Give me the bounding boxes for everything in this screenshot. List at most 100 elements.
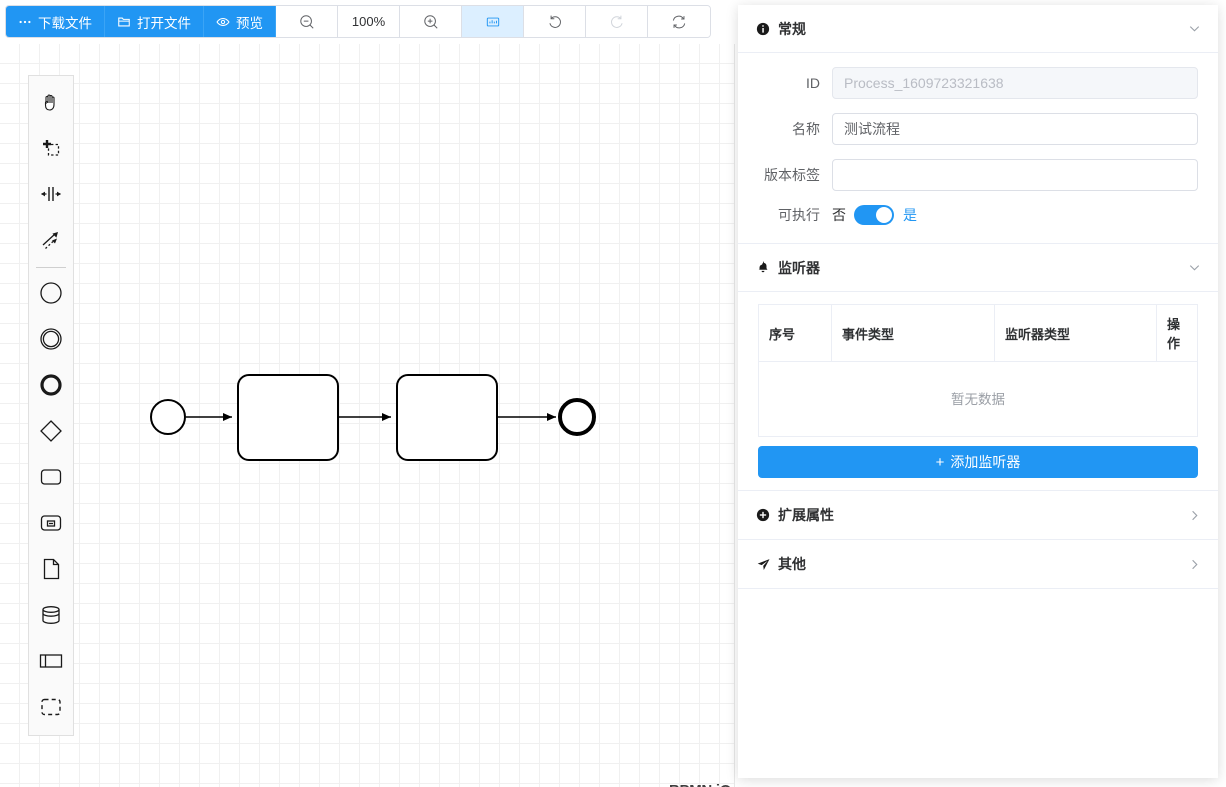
version-tag-input[interactable] [832, 159, 1198, 191]
palette-global-connect-tool[interactable] [29, 218, 73, 264]
section-listeners-title: 监听器 [778, 259, 820, 276]
redo-button[interactable] [586, 6, 648, 37]
eye-icon [216, 15, 230, 29]
subprocess-icon [38, 510, 64, 539]
rounded-rect-icon [38, 464, 64, 493]
dashed-rect-icon [38, 694, 64, 723]
palette-end-event[interactable] [29, 363, 73, 409]
palette-intermediate-event[interactable] [29, 317, 73, 363]
bpmn-diagram [150, 374, 596, 461]
hand-icon [39, 90, 63, 117]
palette-participant[interactable] [29, 639, 73, 685]
section-general: 常规 ID 名称 版本标签 [738, 5, 1218, 244]
redo-icon [609, 14, 625, 30]
palette-hand-tool[interactable] [29, 80, 73, 126]
add-listener-label: 添加监听器 [950, 454, 1021, 470]
bpmn-canvas[interactable]: BPMN.iO [0, 44, 735, 787]
palette-task[interactable] [29, 455, 73, 501]
info-circle-icon [756, 22, 778, 36]
fit-viewport-button[interactable] [462, 6, 524, 37]
start-event-node [150, 399, 186, 435]
palette-subprocess-expanded[interactable] [29, 501, 73, 547]
zoom-out-icon [299, 14, 315, 30]
section-listeners-body: 序号 事件类型 监听器类型 操作 暂无数据 + 添加监听器 [738, 292, 1218, 490]
palette-space-tool[interactable] [29, 172, 73, 218]
chevron-down-icon[interactable] [1187, 21, 1202, 36]
name-input[interactable] [832, 113, 1198, 145]
properties-panel: 常规 ID 名称 版本标签 [738, 5, 1218, 778]
restore-button[interactable] [648, 6, 710, 37]
listener-table-header-row: 序号 事件类型 监听器类型 操作 [758, 304, 1198, 362]
diamond-icon [38, 418, 64, 447]
executable-label: 可执行 [778, 207, 820, 223]
add-listener-button[interactable]: + 添加监听器 [758, 446, 1198, 478]
palette-data-store[interactable] [29, 593, 73, 639]
chevron-right-icon[interactable] [1187, 557, 1202, 572]
section-extension-properties: 扩展属性 [738, 491, 1218, 540]
download-file-label: 下载文件 [38, 15, 92, 31]
zoom-level-value: 100% [351, 14, 386, 29]
open-file-label: 打开文件 [137, 15, 191, 31]
form-row-id: ID [758, 67, 1198, 99]
zoom-out-button[interactable] [276, 6, 338, 37]
send-icon [756, 557, 778, 572]
connect-arrow-icon [39, 228, 63, 255]
bpmn-palette [28, 75, 74, 736]
zoom-level-display: 100% [338, 6, 400, 37]
zoom-in-button[interactable] [400, 6, 462, 37]
palette-lasso-tool[interactable] [29, 126, 73, 172]
switch-knob [876, 207, 892, 223]
section-extension-properties-title: 扩展属性 [778, 507, 834, 523]
open-file-button[interactable]: 打开文件 [105, 6, 204, 37]
pool-icon [38, 648, 64, 677]
section-other-header[interactable]: 其他 [738, 540, 1218, 588]
plus-circle-icon [756, 508, 778, 522]
circle-double-icon [38, 326, 64, 355]
section-general-header[interactable]: 常规 [738, 5, 1218, 53]
palette-data-object[interactable] [29, 547, 73, 593]
circle-thin-icon [38, 280, 64, 309]
column-index: 序号 [758, 304, 832, 362]
form-row-name: 名称 [758, 113, 1198, 145]
fit-viewport-icon [486, 15, 500, 29]
section-extension-properties-header[interactable]: 扩展属性 [738, 491, 1218, 539]
column-actions: 操作 [1156, 304, 1198, 362]
chevron-down-icon[interactable] [1187, 260, 1202, 275]
section-general-title: 常规 [778, 20, 806, 37]
bpmnio-watermark: BPMN.iO [669, 783, 731, 787]
folder-open-icon [117, 15, 131, 29]
preview-button[interactable]: 预览 [204, 6, 276, 37]
listener-table: 序号 事件类型 监听器类型 操作 暂无数据 [758, 304, 1198, 437]
column-listener-type: 监听器类型 [994, 304, 1157, 362]
form-row-executable: 可执行 否 是 [758, 205, 1198, 225]
listener-table-empty-row: 暂无数据 [759, 362, 1198, 437]
canvas-right-border [734, 44, 735, 787]
section-other-title: 其他 [778, 556, 806, 572]
section-listeners-header[interactable]: 监听器 [738, 244, 1218, 292]
undo-icon [547, 14, 563, 30]
name-label: 名称 [792, 121, 820, 137]
palette-separator [36, 267, 66, 268]
zoom-in-icon [423, 14, 439, 30]
circle-thick-icon [38, 372, 64, 401]
document-icon [38, 556, 64, 585]
preview-label: 预览 [236, 15, 263, 31]
form-row-version-tag: 版本标签 [758, 159, 1198, 191]
palette-start-event[interactable] [29, 271, 73, 317]
ellipsis-icon [18, 15, 32, 29]
section-other: 其他 [738, 540, 1218, 589]
section-general-body: ID 名称 版本标签 可执行 否 [738, 53, 1218, 243]
executable-switch[interactable] [854, 205, 894, 225]
palette-exclusive-gateway[interactable] [29, 409, 73, 455]
id-input[interactable] [832, 67, 1198, 99]
id-label: ID [806, 75, 820, 91]
end-event-node [558, 398, 596, 436]
download-file-button[interactable]: 下载文件 [6, 6, 105, 37]
chevron-right-icon[interactable] [1187, 508, 1202, 523]
executable-on-label: 是 [903, 207, 917, 223]
palette-group[interactable] [29, 685, 73, 731]
lasso-icon [39, 136, 63, 163]
version-tag-label: 版本标签 [764, 167, 820, 183]
undo-button[interactable] [524, 6, 586, 37]
task-node-1 [237, 374, 339, 461]
